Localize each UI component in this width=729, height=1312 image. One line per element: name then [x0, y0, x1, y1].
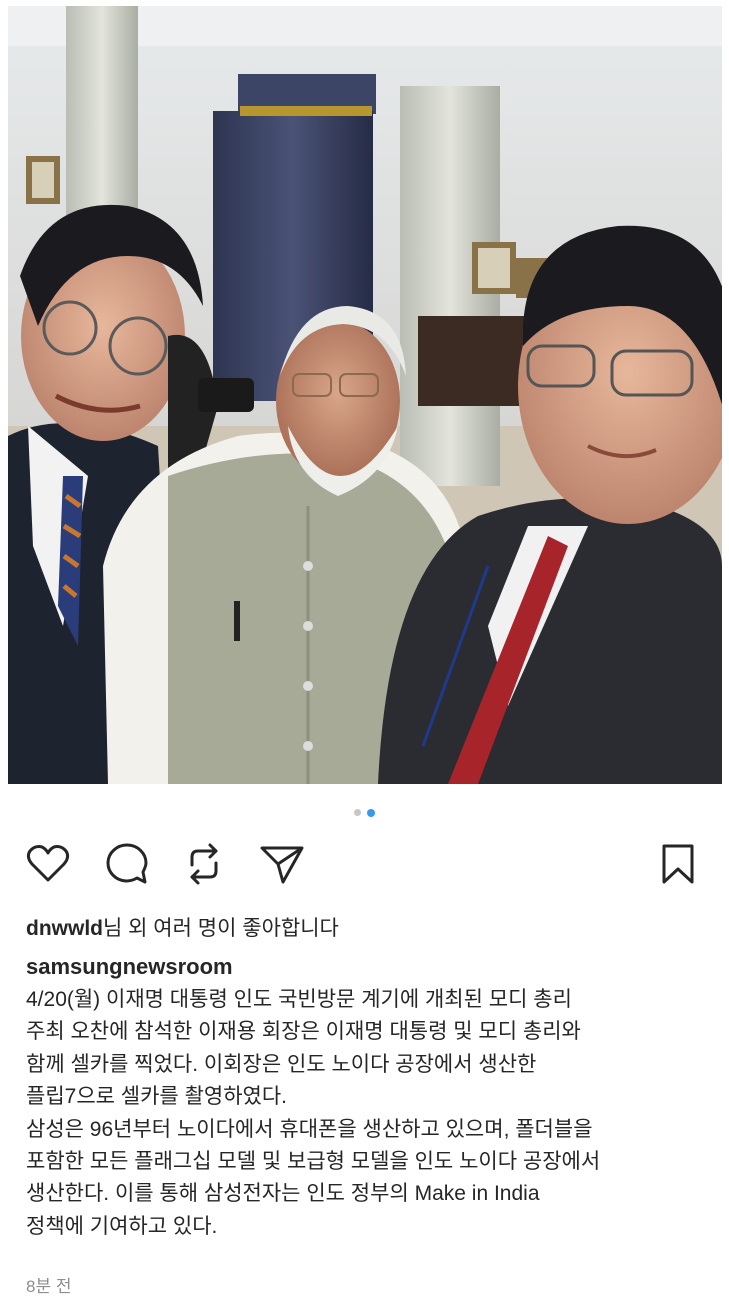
carousel-dot	[354, 809, 361, 816]
account-username[interactable]: samsungnewsroom	[26, 954, 233, 980]
comment-icon	[106, 843, 148, 884]
send-icon	[260, 846, 304, 884]
repost-button[interactable]	[180, 840, 228, 888]
carousel-indicator	[0, 808, 729, 817]
repost-icon	[190, 843, 218, 885]
caption-line: 포함한 모든 플래그십 모델 및 보급형 모델을 인도 노이다 공장에서	[26, 1150, 601, 1174]
action-bar	[24, 840, 700, 888]
carousel-dot-active	[367, 808, 375, 817]
likes-text: 님 외 여러 명이 좋아합니다	[103, 917, 339, 940]
like-button[interactable]	[24, 840, 72, 888]
caption-line: 플립7으로 셀카를 촬영하였다.	[26, 1085, 288, 1109]
caption-line: 생산한다. 이를 통해 삼성전자는 인도 정부의 Make in India	[26, 1182, 540, 1206]
save-button[interactable]	[654, 840, 702, 888]
heart-icon	[26, 845, 70, 882]
comment-button[interactable]	[102, 840, 150, 888]
bookmark-icon	[662, 844, 694, 884]
share-button[interactable]	[258, 840, 306, 888]
liker-username[interactable]: dnwwld	[26, 917, 103, 940]
caption-line: 삼성은 96년부터 노이다에서 휴대폰을 생산하고 있으며, 폴더블을	[26, 1117, 593, 1141]
caption-line: 정책에 기여하고 있다.	[26, 1214, 218, 1238]
caption-line: 함께 셀카를 찍었다. 이회장은 인도 노이다 공장에서 생산한	[26, 1052, 537, 1076]
likes-summary[interactable]: dnwwld님 외 여러 명이 좋아합니다	[26, 912, 339, 942]
post-photo[interactable]	[8, 6, 722, 784]
post-timestamp[interactable]: 8분 전	[26, 1272, 71, 1297]
caption-line: 주최 오찬에 참석한 이재용 회장은 이재명 대통령 및 모디 총리와	[26, 1020, 581, 1044]
post-caption: 4/20(월) 이재명 대통령 인도 국빈방문 계기에 개최된 모디 총리 주최…	[26, 984, 706, 1243]
selfie-photo	[8, 6, 722, 784]
caption-line: 4/20(월) 이재명 대통령 인도 국빈방문 계기에 개최된 모디 총리	[26, 988, 572, 1011]
